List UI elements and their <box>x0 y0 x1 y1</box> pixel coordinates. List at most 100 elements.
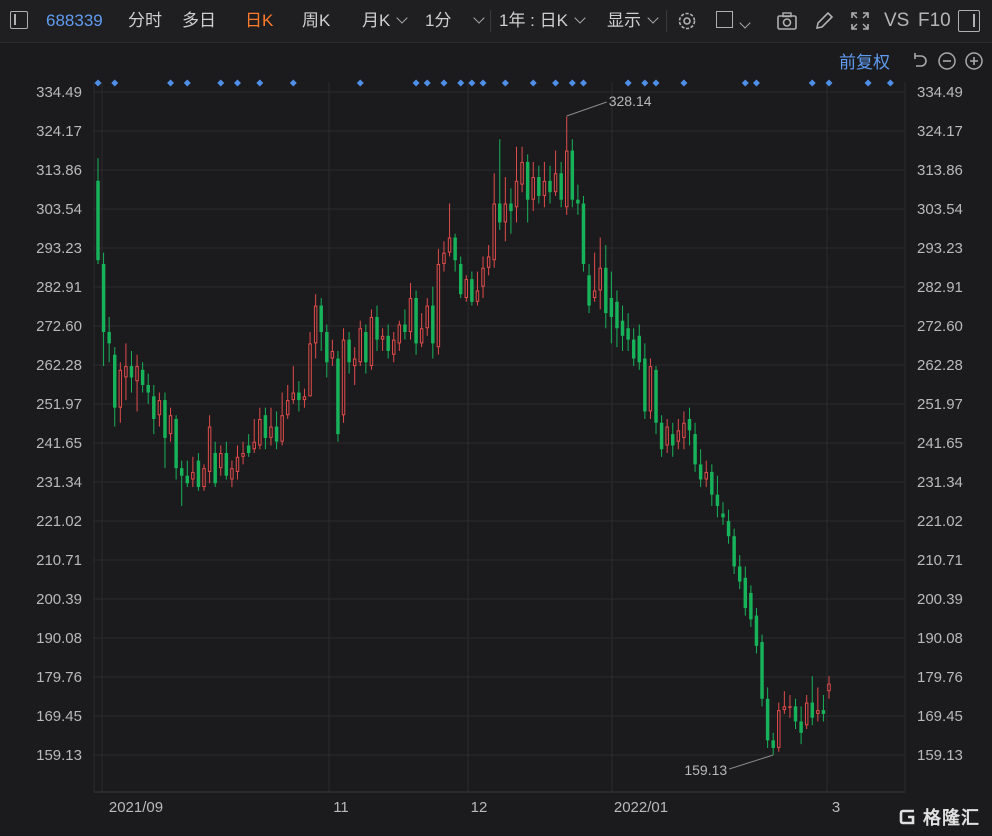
candle <box>749 585 753 627</box>
y-tick-label-right: 262.28 <box>917 357 963 374</box>
candle-body-up <box>285 400 290 416</box>
y-tick-label-left: 190.08 <box>36 630 82 647</box>
candle <box>676 419 681 450</box>
candle <box>671 422 675 457</box>
candle-body-down <box>604 267 608 314</box>
candle <box>224 441 229 480</box>
candle <box>626 313 630 351</box>
candle-body-up <box>380 335 385 340</box>
watermark-text: 格隆汇 <box>923 808 980 828</box>
candlestick-chart[interactable]: 334.49 324.17 313.86 303.54 293.23 282.91 272.… <box>0 0 992 836</box>
candle <box>782 691 787 714</box>
candle <box>509 188 513 234</box>
candle <box>313 294 318 359</box>
candle-body-up <box>481 267 485 287</box>
candle <box>760 634 764 707</box>
candle-body-up <box>514 180 519 208</box>
candle-body-up <box>230 468 234 480</box>
candle-body-down <box>559 173 563 200</box>
candle <box>219 445 223 476</box>
y-tick-label-right: 179.76 <box>917 669 963 686</box>
candle <box>531 161 535 212</box>
candle <box>330 339 335 367</box>
candle-body-down <box>548 180 552 193</box>
candle <box>230 460 234 488</box>
event-marker-icon <box>412 79 420 87</box>
candle-body-up <box>419 328 424 344</box>
candle-body-up <box>330 350 335 359</box>
candle <box>615 290 619 348</box>
candle <box>620 305 625 351</box>
y-tick-label-left: 324.17 <box>36 123 82 140</box>
annotations: 328.14 159.13 <box>566 93 774 778</box>
candle-body-up <box>682 422 686 438</box>
candle-body-down <box>626 328 630 340</box>
y-tick-label-right: 231.34 <box>917 474 963 491</box>
candle <box>525 154 530 223</box>
candle-body-down <box>620 320 625 336</box>
candle <box>258 407 262 450</box>
event-marker-icon <box>529 79 537 87</box>
candle <box>291 366 296 404</box>
y-tick-label-right: 272.60 <box>917 318 963 335</box>
candle-body-down <box>163 400 167 438</box>
low-label: 159.13 <box>684 762 727 778</box>
y-tick-label-right: 210.71 <box>917 552 963 569</box>
candle-body-up <box>124 366 128 378</box>
low-pointer-line <box>729 754 774 770</box>
candle <box>96 158 100 264</box>
candle <box>369 309 374 370</box>
candle-body-down <box>263 415 268 438</box>
candle <box>732 528 736 575</box>
candle <box>113 347 117 427</box>
candle <box>581 195 586 272</box>
candle <box>235 445 240 480</box>
x-tick-label: 3 <box>832 799 840 816</box>
candle <box>548 165 552 204</box>
event-marker-icon <box>479 79 487 87</box>
candle-body-up <box>553 173 558 193</box>
candle <box>246 434 251 457</box>
candle <box>196 453 201 491</box>
y-tick-label-right: 251.97 <box>917 396 963 413</box>
candle-body-up <box>157 400 162 416</box>
high-pointer-line <box>566 101 607 117</box>
candle-body-up <box>308 343 312 397</box>
candle-body-up <box>442 252 446 264</box>
candle <box>397 320 402 351</box>
y-tick-label-right: 324.17 <box>917 123 963 140</box>
event-marker-icon <box>356 79 364 87</box>
candle <box>648 358 653 420</box>
candle <box>542 161 547 208</box>
candle <box>827 676 831 699</box>
candle <box>592 252 597 302</box>
candle-body-down <box>715 494 720 506</box>
candle-body-down <box>509 203 513 212</box>
candle-body-down <box>698 464 703 480</box>
candle-body-down <box>325 332 329 363</box>
event-marker-icon <box>217 79 225 87</box>
candle <box>492 173 496 268</box>
candle-body-up <box>804 702 809 726</box>
candle-body-down <box>274 426 279 442</box>
candle <box>163 392 167 469</box>
candle-body-down <box>129 366 134 378</box>
candle <box>140 362 145 393</box>
candle-body-down <box>631 339 636 359</box>
event-marker-icon <box>440 79 448 87</box>
candle <box>118 362 123 423</box>
candle-body-up <box>565 150 569 208</box>
candle <box>319 298 323 351</box>
candle <box>352 347 357 385</box>
candle <box>643 343 647 420</box>
candle-body-up <box>202 468 206 488</box>
candle-body-down <box>810 702 814 718</box>
candle <box>765 687 770 748</box>
candle-body-down <box>213 453 217 484</box>
candle <box>280 392 284 446</box>
y-tick-label-left: 262.28 <box>36 357 82 374</box>
candle <box>174 415 178 480</box>
candle <box>392 332 396 363</box>
candle <box>213 441 217 488</box>
candle-body-up <box>436 263 441 348</box>
